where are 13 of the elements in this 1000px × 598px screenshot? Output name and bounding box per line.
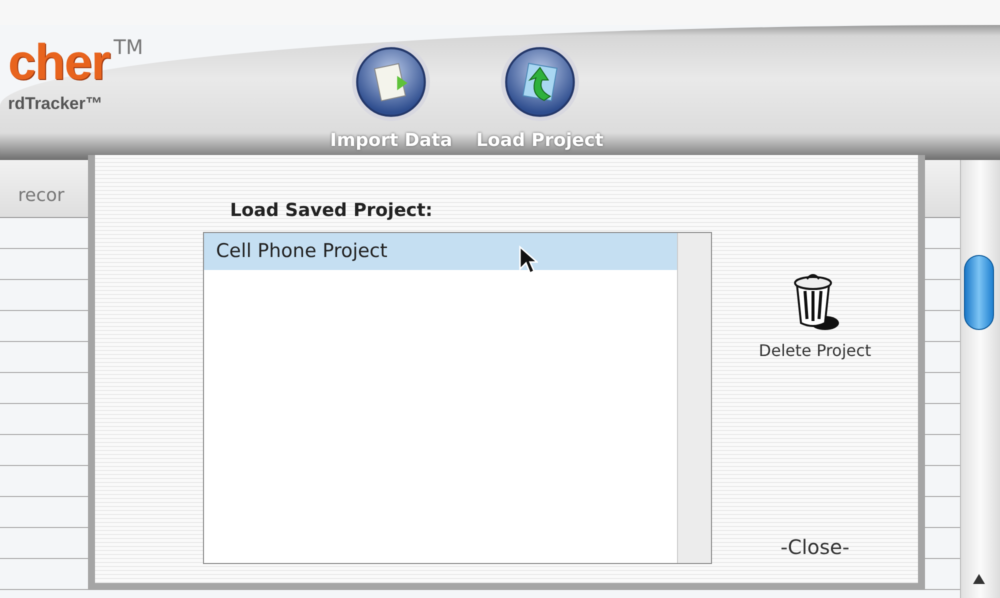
cursor-icon bbox=[518, 245, 538, 275]
close-button[interactable]: -Close- bbox=[774, 531, 856, 563]
logo-wordmark: cher bbox=[8, 37, 110, 87]
project-item[interactable]: Cell Phone Project bbox=[204, 233, 677, 270]
delete-button[interactable]: Delete Project bbox=[758, 267, 872, 363]
trademark-mark: TM bbox=[114, 37, 144, 57]
project-list[interactable]: Cell Phone Project bbox=[203, 232, 712, 564]
scroll-up-icon[interactable] bbox=[973, 574, 985, 584]
scrollbar[interactable] bbox=[960, 160, 1000, 598]
scroll-thumb[interactable] bbox=[964, 255, 994, 330]
document-icon bbox=[350, 41, 432, 123]
list-scrollbar[interactable] bbox=[677, 233, 711, 563]
logo-subtitle: rdTracker™ bbox=[8, 93, 104, 115]
